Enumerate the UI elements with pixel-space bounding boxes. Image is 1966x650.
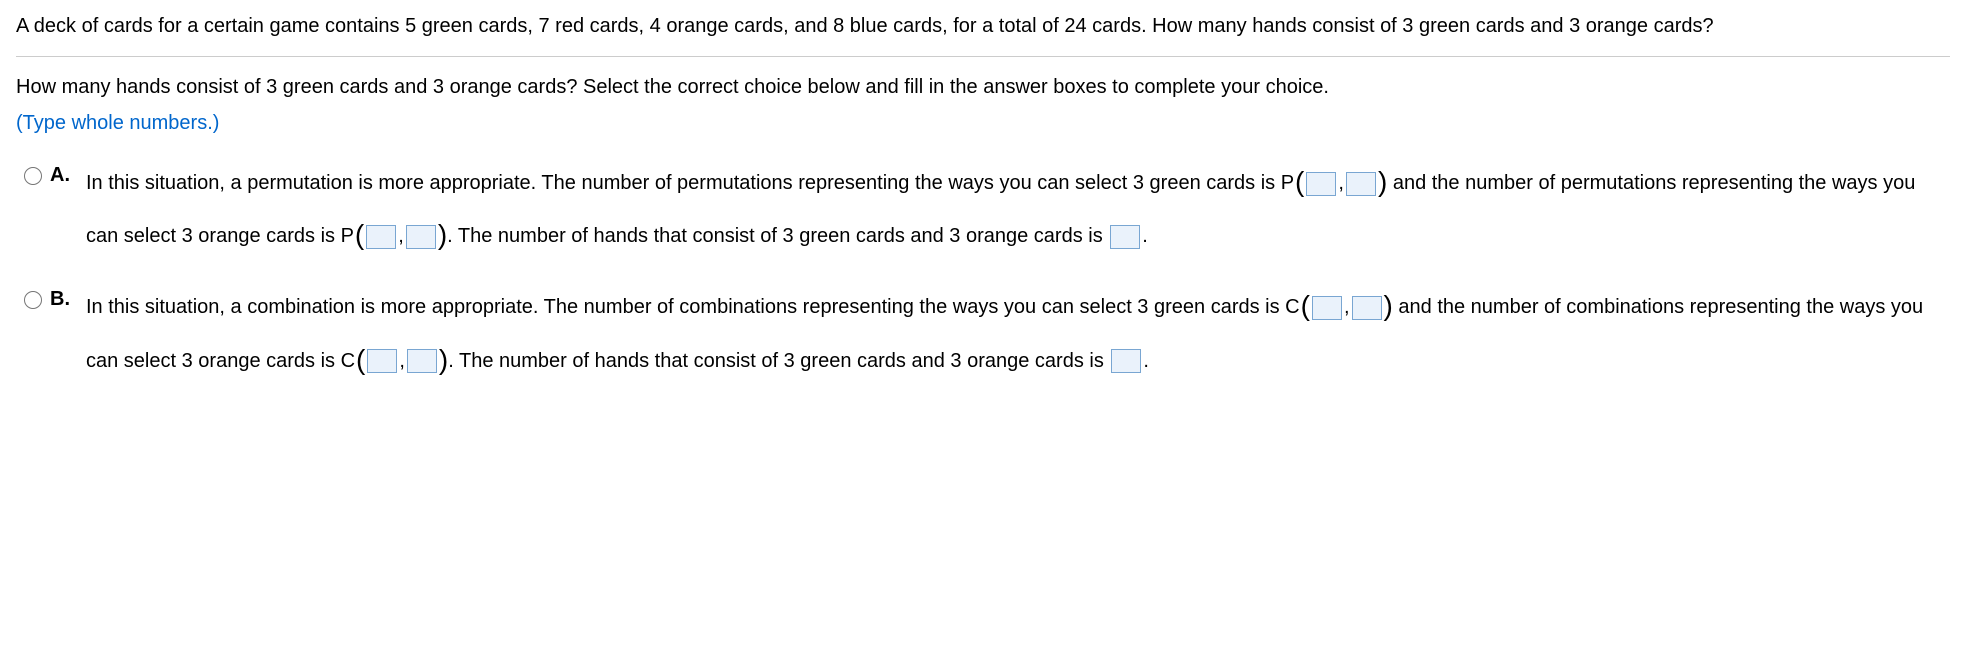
choice-a-end: . xyxy=(1142,225,1148,247)
a-green-r-input[interactable] xyxy=(1346,172,1376,196)
choice-b-part1: In this situation, a combination is more… xyxy=(86,296,1300,318)
choices-container: A. In this situation, a permutation is m… xyxy=(24,157,1950,388)
question-stem: A deck of cards for a certain game conta… xyxy=(16,10,1950,57)
choice-b-radio[interactable] xyxy=(24,291,42,309)
a-orange-n-input[interactable] xyxy=(366,225,396,249)
instruction-text: (Type whole numbers.) xyxy=(16,107,1950,139)
a-result-input[interactable] xyxy=(1110,225,1140,249)
choice-b-row: B. In this situation, a combination is m… xyxy=(24,281,1950,387)
comma: , xyxy=(399,349,405,371)
a-orange-r-input[interactable] xyxy=(406,225,436,249)
b-green-r-input[interactable] xyxy=(1352,296,1382,320)
choice-a-row: A. In this situation, a permutation is m… xyxy=(24,157,1950,263)
b-green-n-input[interactable] xyxy=(1312,296,1342,320)
choice-b-part3: . The number of hands that consist of 3 … xyxy=(448,349,1109,371)
comma: , xyxy=(398,225,404,247)
b-result-input[interactable] xyxy=(1111,349,1141,373)
comma: , xyxy=(1344,296,1350,318)
b-orange-n-input[interactable] xyxy=(367,349,397,373)
choice-a-label: A. xyxy=(50,157,74,191)
choice-a-part1: In this situation, a permutation is more… xyxy=(86,172,1294,194)
b-orange-r-input[interactable] xyxy=(407,349,437,373)
choice-a-part3: . The number of hands that consist of 3 … xyxy=(447,225,1108,247)
a-green-n-input[interactable] xyxy=(1306,172,1336,196)
choice-a-text: In this situation, a permutation is more… xyxy=(86,157,1950,263)
choice-b-end: . xyxy=(1143,349,1149,371)
choice-b-text: In this situation, a combination is more… xyxy=(86,281,1950,387)
choice-b-label: B. xyxy=(50,281,74,315)
comma: , xyxy=(1338,172,1344,194)
sub-question: How many hands consist of 3 green cards … xyxy=(16,71,1950,103)
choice-a-radio[interactable] xyxy=(24,167,42,185)
